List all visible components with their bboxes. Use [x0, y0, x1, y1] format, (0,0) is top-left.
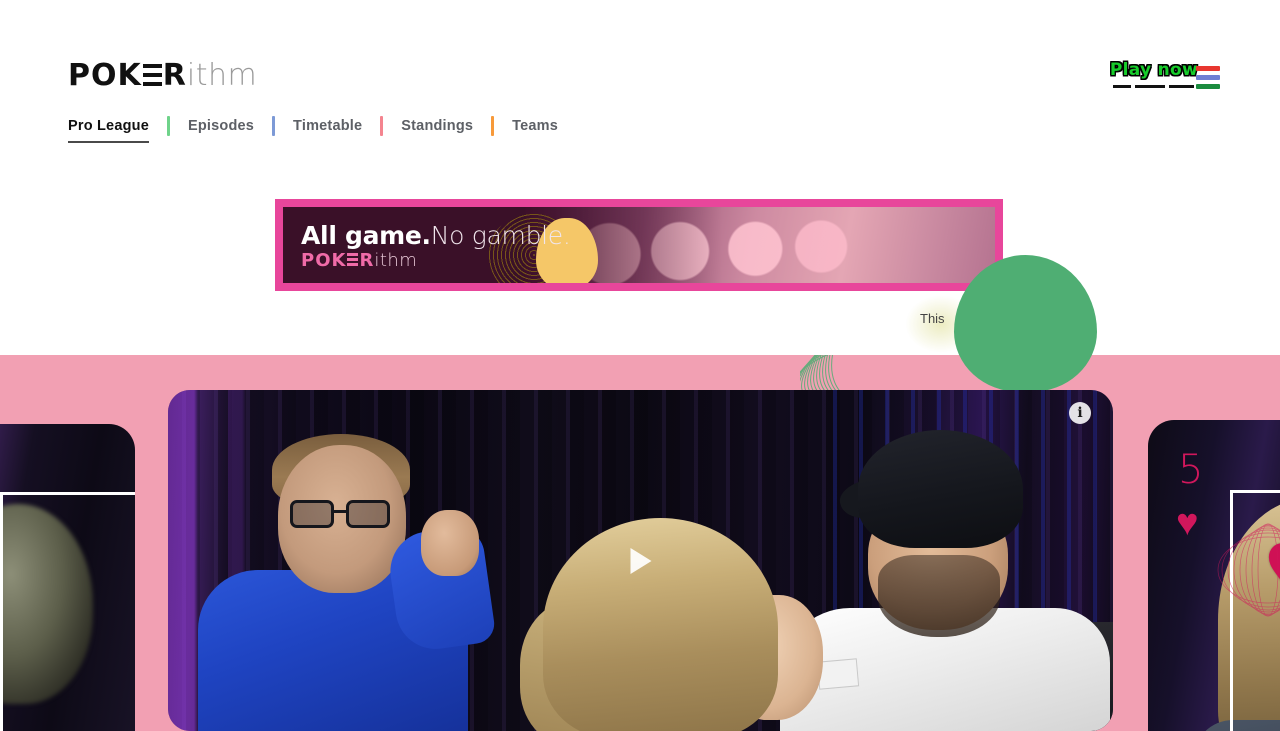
player-center-hair	[543, 518, 778, 731]
site-logo[interactable]: POK R ithm	[68, 58, 257, 93]
info-circle-icon[interactable]: i	[1069, 402, 1091, 424]
promo-logo-suffix: ithm	[374, 250, 418, 271]
decorative-spiral-lines	[1208, 510, 1280, 630]
nav-item-episodes[interactable]: Episodes	[188, 118, 254, 139]
play-triangle-icon[interactable]	[630, 547, 651, 574]
logo-text-suffix: ithm	[186, 58, 258, 93]
player-left-hand	[421, 510, 479, 576]
nav-separator-3	[380, 115, 384, 136]
menu-bar-blue	[1196, 75, 1220, 80]
primary-nav: Pro League Episodes Timetable Standings …	[68, 115, 558, 143]
spiral-lines-icon	[1217, 523, 1280, 617]
promo-logo-mid: R	[359, 250, 375, 271]
video-card-next[interactable]: 5 ♥ ♥	[1148, 420, 1280, 731]
play-now-underline	[1110, 85, 1198, 88]
nav-item-pro-league[interactable]: Pro League	[68, 118, 149, 143]
menu-bar-red	[1196, 66, 1220, 71]
promo-banner-inner: All game.No gamble. POK R ithm	[283, 207, 995, 283]
nav-separator-4	[491, 115, 495, 136]
nav-item-standings[interactable]: Standings	[401, 118, 473, 139]
partial-overlay-text: This	[920, 311, 945, 326]
logo-text-prefix: POK	[68, 58, 142, 93]
player-right-shirt-logo	[816, 658, 860, 690]
player-right-cap	[858, 430, 1023, 548]
logo-e-bars-icon	[142, 64, 162, 86]
video-card-previous[interactable]	[0, 424, 135, 731]
play-now-button[interactable]: Play now	[1109, 60, 1199, 88]
promo-logo-e-bars-icon	[347, 253, 359, 266]
logo-text-mid: R	[162, 58, 187, 93]
playing-card-frame-left	[0, 492, 135, 731]
promo-banner[interactable]: All game.No gamble. POK R ithm	[275, 199, 1003, 291]
promo-logo: POK R ithm	[301, 250, 417, 271]
player-left-glasses-icon	[290, 500, 396, 530]
nav-separator-2	[272, 115, 276, 136]
player-right-beard	[878, 555, 1000, 637]
nav-item-timetable[interactable]: Timetable	[293, 118, 362, 139]
heart-suit-icon: ♥	[1176, 502, 1199, 544]
promo-headline-light: No gamble.	[430, 221, 571, 250]
main-video-card[interactable]: i	[168, 390, 1113, 731]
nav-separator-1	[166, 115, 170, 136]
nav-item-teams[interactable]: Teams	[512, 118, 558, 139]
promo-headline-bold: All game.	[301, 221, 431, 250]
menu-bar-green	[1196, 84, 1220, 89]
playing-card-rank: 5	[1178, 447, 1204, 493]
hamburger-menu-icon[interactable]	[1196, 66, 1220, 89]
play-now-label: Play now	[1109, 60, 1198, 80]
promo-logo-prefix: POK	[301, 250, 347, 271]
promo-headline: All game.No gamble.	[301, 221, 571, 250]
